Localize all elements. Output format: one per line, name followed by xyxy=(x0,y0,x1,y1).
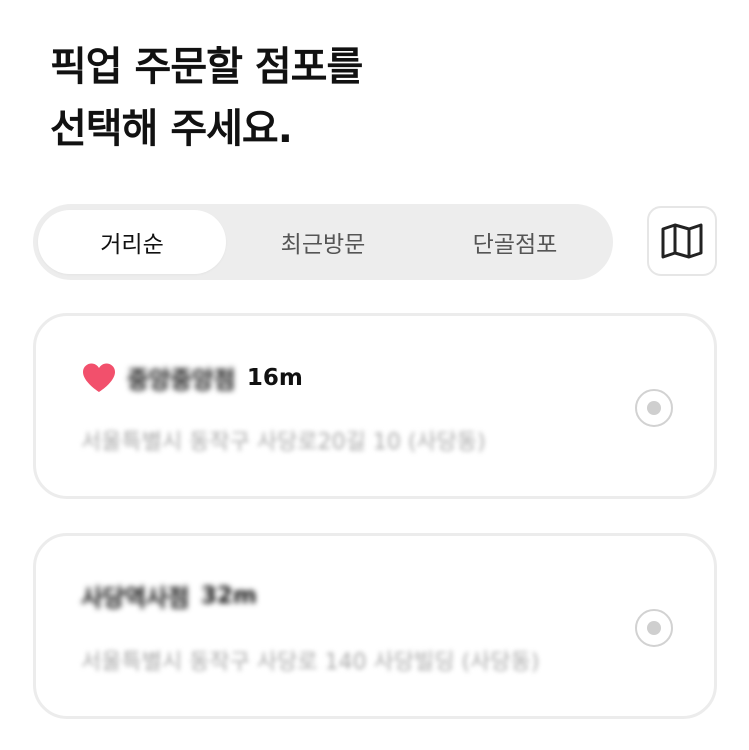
store-distance: 16m xyxy=(246,364,303,391)
store-radio-button[interactable] xyxy=(635,389,673,427)
sort-segmented-control: 거리순 최근방문 단골점포 xyxy=(33,204,613,280)
store-name: 중앙중앙점 xyxy=(127,366,235,394)
store-card[interactable]: 중앙중앙점 16m 서울특별시 동작구 사당로20길 10 (사당동) xyxy=(33,313,717,499)
store-name: 사당역사점 xyxy=(81,584,189,612)
page-title: 픽업 주문할 점포를 선택해 주세요. xyxy=(50,36,363,160)
map-view-button[interactable] xyxy=(647,206,717,276)
map-icon xyxy=(661,223,703,259)
store-address: 서울특별시 동작구 사당로 140 사당빌딩 (사당동) xyxy=(81,650,540,675)
store-title-row: 사당역사점 32m xyxy=(81,578,257,613)
page-title-line-1: 픽업 주문할 점포를 xyxy=(50,44,363,90)
store-radio-button[interactable] xyxy=(635,609,673,647)
store-distance: 32m xyxy=(200,582,257,609)
heart-icon xyxy=(83,363,115,392)
tab-recent-visit[interactable]: 최근방문 xyxy=(229,210,417,274)
radio-dot xyxy=(647,401,661,415)
page-title-line-2: 선택해 주세요. xyxy=(50,106,293,152)
radio-dot xyxy=(647,621,661,635)
store-title-row: 중앙중앙점 16m xyxy=(81,360,303,395)
store-card[interactable]: 사당역사점 32m 서울특별시 동작구 사당로 140 사당빌딩 (사당동) xyxy=(33,533,717,719)
store-select-screen: 픽업 주문할 점포를 선택해 주세요. 거리순 최근방문 단골점포 중앙중앙점 … xyxy=(0,0,749,750)
tab-distance[interactable]: 거리순 xyxy=(38,210,226,274)
store-address: 서울특별시 동작구 사당로20길 10 (사당동) xyxy=(81,430,486,455)
tab-favorite-stores[interactable]: 단골점포 xyxy=(421,210,609,274)
